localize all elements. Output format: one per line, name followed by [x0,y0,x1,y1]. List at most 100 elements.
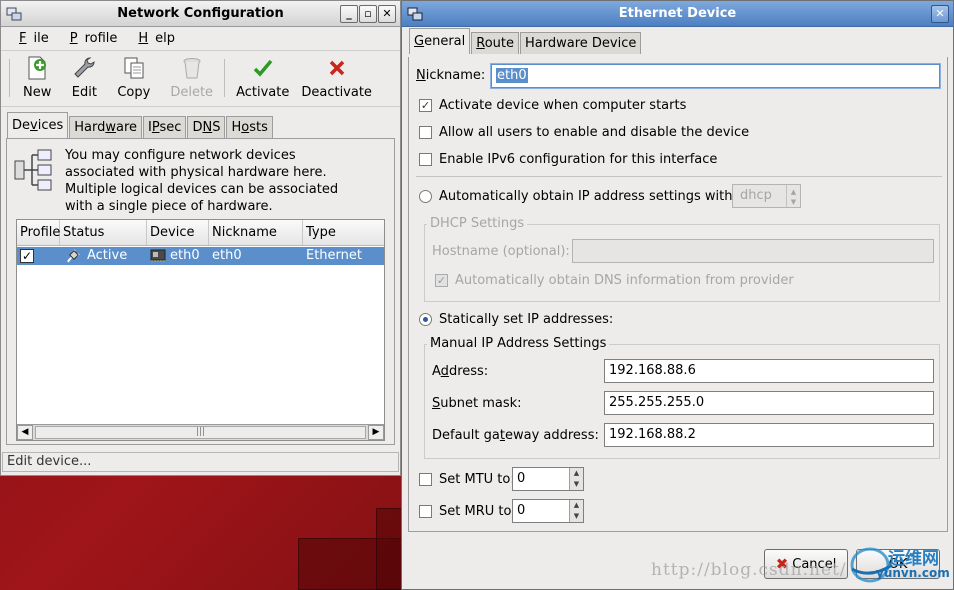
network-devices-icon [14,149,52,191]
gateway-input[interactable]: 192.168.88.2 [604,423,934,447]
delete-button[interactable]: Delete [165,55,218,100]
allow-users-checkbox[interactable] [419,126,432,139]
nickname-value: eth0 [496,68,528,83]
subnet-label: Subnet mask: [432,396,522,411]
profile-checkbox[interactable]: ✓ [20,249,34,263]
row-status-cell: Active [60,247,147,265]
hostname-label: Hostname (optional): [432,244,570,259]
column-status[interactable]: Status [60,220,147,245]
mtu-spinbox[interactable]: 0 ▲ ▼ [512,467,584,491]
logo-subtext: yunvn.com [876,566,950,580]
menu-file[interactable]: File [5,31,56,46]
mru-label: Set MRU to: [439,504,516,519]
mru-checkbox[interactable] [419,505,432,518]
auto-dns-row[interactable]: ✓ Automatically obtain DNS information f… [435,273,794,288]
new-plus-icon [24,55,50,81]
activate-label: Activate [236,85,290,100]
list-header: Profile Status Device Nickname Type [17,220,384,246]
tab-devices[interactable]: Devices [7,112,69,138]
enable-ipv6-checkbox[interactable] [419,153,432,166]
hostname-row: Hostname (optional): [432,244,570,259]
hostname-input[interactable] [572,239,934,263]
toolbar-separator [224,59,226,97]
enable-ipv6-row[interactable]: Enable IPv6 configuration for this inter… [419,152,717,167]
dhcp-method-select[interactable]: dhcp ▲ ▼ [732,184,801,208]
devices-panel: You may configure network devices associ… [6,138,395,445]
eth-window-title: Ethernet Device [618,6,737,21]
auto-dns-checkbox[interactable]: ✓ [435,274,448,287]
menubar: File Profile Help [1,27,400,51]
copy-icon [121,55,147,81]
mtu-row[interactable]: Set MTU to: [419,472,515,487]
spin-buttons: ▲ ▼ [569,468,583,490]
copy-button[interactable]: Copy [112,55,155,100]
devices-info: You may configure network devices associ… [7,139,394,223]
mru-value: 0 [517,503,526,518]
spin-down-icon[interactable]: ▼ [570,479,583,490]
subnet-input[interactable]: 255.255.255.0 [604,391,934,415]
activate-on-start-row[interactable]: ✓ Activate device when computer starts [419,98,686,113]
ethernet-device-dialog: Ethernet Device ✕ General Route Hardware… [401,0,954,590]
spin-up-icon[interactable]: ▲ [570,500,583,511]
mru-row[interactable]: Set MRU to: [419,504,516,519]
menu-help[interactable]: Help [124,31,182,46]
static-ip-radio[interactable] [419,313,432,326]
mru-spinbox[interactable]: 0 ▲ ▼ [512,499,584,523]
dhcp-settings-group [424,224,940,302]
nc-titlebar[interactable]: Network Configuration _ ▫ ✕ [1,1,400,27]
toolbar: New Edit Copy Delete Activate Deactivate [1,51,400,107]
row-device: eth0 [170,248,200,263]
tab-ipsec[interactable]: IPsec [143,116,187,138]
new-button[interactable]: New [18,55,56,100]
auto-ip-row[interactable]: Automatically obtain IP address settings… [419,189,737,204]
spin-down-icon[interactable]: ▼ [570,511,583,522]
watermark-text: http://blog.csdn.net/ [651,560,847,580]
horizontal-scrollbar[interactable]: ◀ ||| ▶ [17,424,384,440]
subnet-row: Subnet mask: [432,396,522,411]
activate-on-start-label: Activate device when computer starts [439,98,687,113]
spin-up-icon[interactable]: ▲ [570,468,583,479]
scroll-right-arrow[interactable]: ▶ [368,425,384,440]
close-button[interactable]: ✕ [378,5,396,23]
trash-icon [179,55,205,81]
tab-route[interactable]: Route [471,32,519,54]
nc-tabs: Devices Hardware IPsec DNS Hosts [1,112,400,138]
column-nickname[interactable]: Nickname [209,220,303,245]
activate-button[interactable]: Activate [231,55,294,100]
tab-hardware[interactable]: Hardware [69,116,143,138]
plug-icon [67,249,80,263]
mtu-checkbox[interactable] [419,473,432,486]
tab-dns[interactable]: DNS [187,116,226,138]
activate-on-start-checkbox[interactable]: ✓ [419,99,432,112]
tab-hosts[interactable]: Hosts [226,116,273,138]
network-card-icon [150,249,166,262]
manual-ip-title: Manual IP Address Settings [427,336,610,351]
scroll-left-arrow[interactable]: ◀ [17,425,33,440]
minimize-button[interactable]: _ [340,5,358,23]
tab-general[interactable]: General [409,28,471,54]
edit-button[interactable]: Edit [66,55,102,100]
nickname-input[interactable]: eth0 [491,64,940,88]
close-button[interactable]: ✕ [931,5,949,23]
dhcp-settings-title: DHCP Settings [427,216,528,231]
status-bar: Edit device... [2,452,399,472]
row-profile-cell: ✓ [17,247,60,265]
address-input[interactable]: 192.168.88.6 [604,359,934,383]
row-nickname: eth0 [212,248,242,263]
static-ip-row[interactable]: Statically set IP addresses: [419,312,613,327]
auto-ip-radio[interactable] [419,190,432,203]
scroll-thumb[interactable]: ||| [35,426,366,439]
tab-hardware-device[interactable]: Hardware Device [520,32,642,54]
allow-users-row[interactable]: Allow all users to enable and disable th… [419,125,749,140]
maximize-button[interactable]: ▫ [359,5,377,23]
eth-titlebar[interactable]: Ethernet Device ✕ [402,1,953,27]
table-row[interactable]: ✓ Active eth0 eth0 Ethernet [17,247,384,265]
menu-profile[interactable]: Profile [56,31,125,46]
deactivate-button[interactable]: Deactivate [296,55,377,100]
column-type[interactable]: Type [303,220,384,245]
devices-list[interactable]: Profile Status Device Nickname Type ✓ Ac… [16,219,385,441]
column-device[interactable]: Device [147,220,209,245]
separator [416,176,942,177]
column-profile[interactable]: Profile [17,220,60,245]
checkmark-icon [250,55,276,81]
